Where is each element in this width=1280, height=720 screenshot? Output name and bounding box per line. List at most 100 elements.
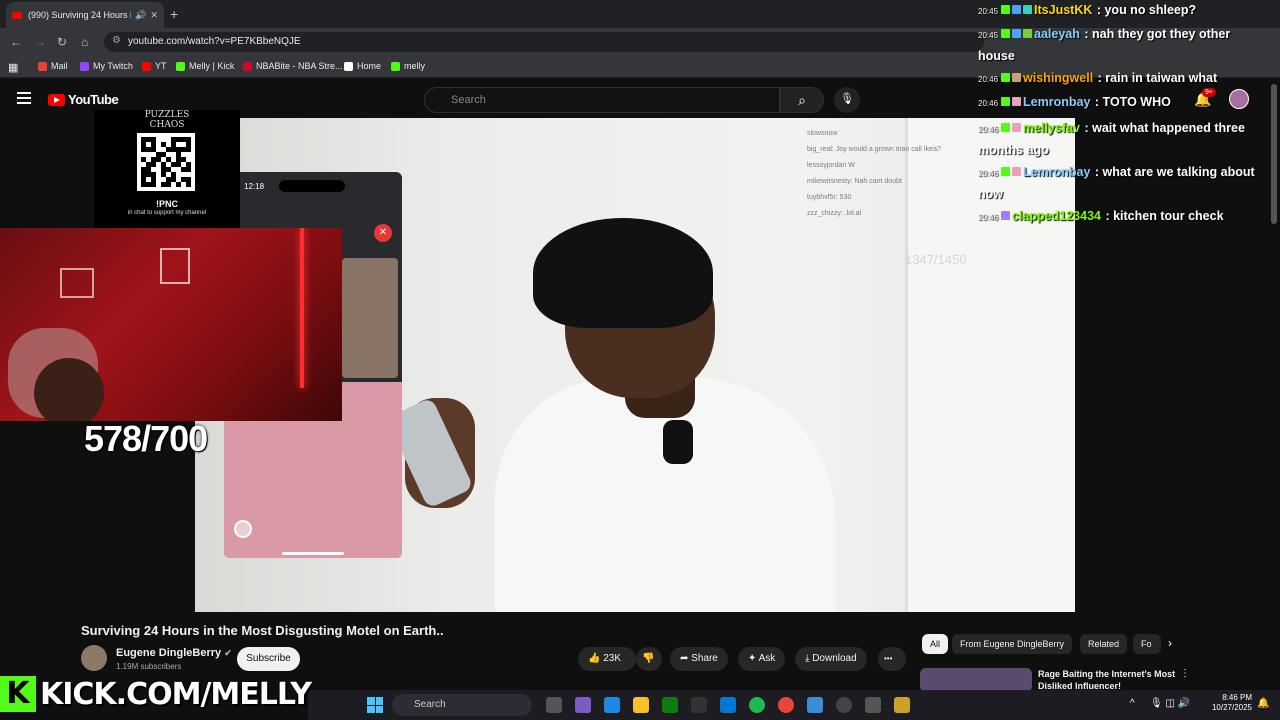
chat-badge-icon — [1012, 29, 1022, 38]
youtube-logo[interactable]: YouTube — [48, 92, 119, 107]
edge-icon[interactable] — [604, 697, 620, 713]
share-button[interactable]: ➦ Share — [670, 647, 728, 671]
end-call-icon: ✕ — [374, 224, 392, 242]
youtube-play-icon — [48, 93, 65, 106]
bookmark-my-twitch[interactable]: My Twitch — [80, 61, 133, 71]
windows-start-icon[interactable] — [367, 697, 383, 713]
chip-related[interactable]: Related — [1080, 634, 1128, 654]
home-icon[interactable]: ⌂ — [81, 35, 88, 49]
dynamic-island — [279, 180, 345, 192]
tray-chevron-icon[interactable]: ^ — [1130, 698, 1135, 709]
chip-from-channel[interactable]: From Eugene DingleBerry — [952, 634, 1073, 654]
subscribe-button[interactable]: Subscribe — [237, 647, 300, 671]
chat-badge-icon — [1012, 123, 1022, 132]
chat-username[interactable]: Lemronbay — [1023, 95, 1090, 109]
recommended-title[interactable]: Rage Baiting the Internet's Most Dislike… — [1038, 668, 1178, 692]
menu-icon[interactable] — [17, 92, 31, 104]
bookmark-home[interactable]: Home — [344, 61, 381, 71]
black-bonnet — [533, 218, 713, 328]
store-icon[interactable] — [720, 697, 736, 713]
sparkle-icon: ✦ — [748, 653, 757, 664]
bookmark-yt[interactable]: YT — [142, 61, 167, 71]
qr-module — [186, 147, 191, 152]
task-view-icon[interactable] — [546, 697, 562, 713]
chat-badge-icon — [1001, 123, 1011, 132]
notification-center-icon[interactable]: 🔔 — [1257, 698, 1269, 709]
photos-icon[interactable] — [807, 697, 823, 713]
chat-separator: : — [1081, 121, 1093, 135]
chip-more[interactable]: Fo — [1133, 634, 1161, 654]
microphone-icon: 🎙 — [840, 93, 854, 105]
chat-timestamp: 20:46 — [978, 169, 999, 178]
chat-separator: : — [1091, 95, 1103, 109]
voice-search-button[interactable]: 🎙 — [834, 87, 860, 113]
mail-icon — [38, 61, 47, 71]
new-tab-button[interactable]: + — [170, 6, 178, 22]
chat-username[interactable]: mellysfav — [1023, 121, 1080, 135]
spotify-icon[interactable] — [749, 697, 765, 713]
app-icon[interactable] — [865, 697, 881, 713]
reload-icon[interactable]: ↻ — [57, 35, 67, 49]
apps-grid-icon[interactable]: ▦ — [8, 61, 18, 74]
chat-badge-icon — [1012, 73, 1022, 82]
chat-message: 20:46 clapped123434 : kitchen tour check — [978, 206, 1268, 228]
youtube-icon — [142, 61, 151, 71]
subgoal-counter: 578/700 — [84, 418, 208, 459]
browser-tab[interactable]: (990) Surviving 24 Hours in the M 🔊 ✕ — [6, 2, 164, 28]
chat-message: 20:46 wishingwell : rain in taiwan what — [978, 68, 1268, 90]
tray-icons[interactable]: 🎙 ◫ 🔊 — [1150, 698, 1190, 709]
chat-username[interactable]: Lemronbay — [1023, 165, 1090, 179]
site-info-icon[interactable]: ⚙ — [112, 35, 121, 46]
bookmark-nbabite[interactable]: NBABite - NBA Stre... — [243, 61, 343, 71]
chrome-icon[interactable] — [778, 697, 794, 713]
qr-code — [137, 133, 195, 191]
channel-name[interactable]: Eugene DingleBerry ✔ — [116, 647, 232, 659]
chat-username[interactable]: clapped123434 — [1012, 209, 1101, 223]
chat-timestamp: 20:45 — [978, 31, 999, 40]
bookmark-melly-kick[interactable]: Melly | Kick — [176, 61, 234, 71]
copilot-icon[interactable] — [575, 697, 591, 713]
channel-avatar[interactable] — [81, 645, 107, 671]
more-vert-icon[interactable]: ⋮ — [1180, 668, 1190, 679]
pnc-label: !PNC — [156, 199, 178, 209]
tab-close-icon[interactable]: ✕ — [150, 10, 158, 21]
page-scrollbar[interactable] — [1271, 84, 1277, 224]
dislike-button[interactable]: 👎 — [636, 647, 662, 671]
file-explorer-icon[interactable] — [633, 697, 649, 713]
back-arrow-icon[interactable]: ← — [10, 35, 22, 49]
search-input[interactable]: Search — [424, 87, 780, 113]
streamer-webcam — [0, 228, 342, 421]
xbox-icon[interactable] — [662, 697, 678, 713]
obs-icon[interactable] — [894, 697, 910, 713]
home-indicator — [282, 552, 344, 555]
forward-arrow-icon[interactable]: → — [34, 35, 46, 49]
bookmark-melly[interactable]: melly — [391, 61, 425, 71]
steam-icon[interactable] — [691, 697, 707, 713]
chat-username[interactable]: wishingwell — [1023, 71, 1093, 85]
chat-badge-icon — [1001, 211, 1011, 220]
search-button[interactable]: ⌕ — [780, 87, 824, 113]
chat-badge-icon — [1012, 5, 1022, 14]
url-field[interactable]: ⚙ youtube.com/watch?v=PE7KBbeNQJE — [104, 32, 984, 52]
tab-title: (990) Surviving 24 Hours in the M — [28, 10, 131, 20]
wall-poster — [60, 268, 94, 298]
chat-timestamp: 20:46 — [978, 75, 999, 84]
chip-all[interactable]: All — [922, 634, 949, 654]
ask-button[interactable]: ✦ Ask — [738, 647, 786, 671]
chevron-right-icon[interactable]: › — [1168, 636, 1172, 650]
download-icon: ⤓ — [805, 653, 810, 664]
taskbar-search[interactable]: Search — [392, 694, 532, 716]
tab-audio-icon[interactable]: 🔊 — [135, 10, 146, 21]
bookmark-mail[interactable]: Mail — [38, 61, 68, 71]
media-icon[interactable] — [836, 697, 852, 713]
chat-username[interactable]: ItsJustKK — [1034, 3, 1092, 17]
more-actions-button[interactable]: ••• — [878, 647, 906, 671]
recommended-thumbnail[interactable] — [920, 668, 1032, 692]
chat-message: 20:45 ItsJustKK : you no shleep? — [978, 0, 1268, 22]
download-button[interactable]: ⤓ Download — [795, 647, 867, 671]
chat-username[interactable]: aaleyah — [1034, 27, 1080, 41]
like-button[interactable]: 👍 23K — [578, 647, 636, 671]
taskbar-clock[interactable]: 8:46 PM 10/27/2025 — [1208, 693, 1252, 713]
qr-module — [186, 167, 191, 172]
chat-message: 20:46 mellysfav : wait what happened thre… — [978, 118, 1268, 160]
